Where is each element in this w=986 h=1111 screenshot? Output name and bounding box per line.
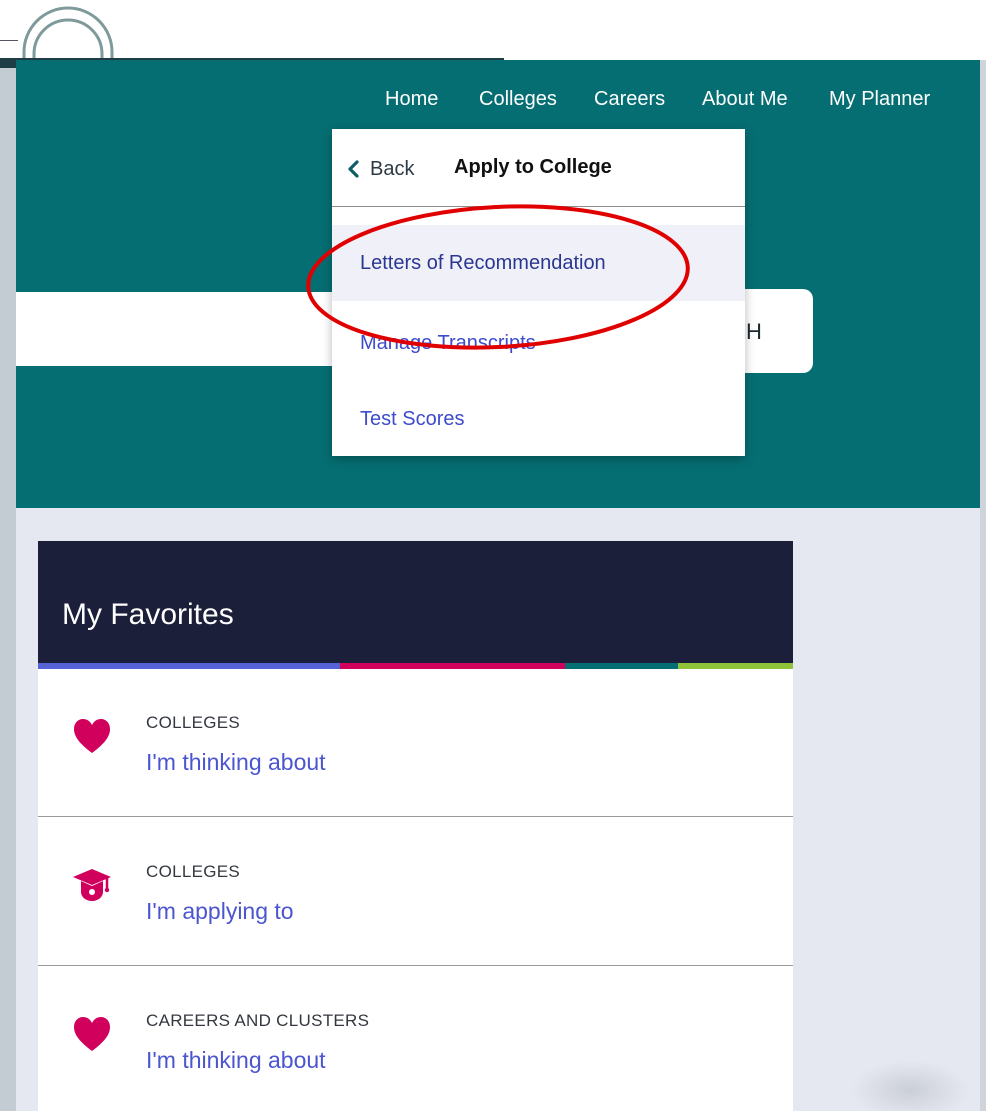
menu-item-manage-transcripts[interactable]: Manage Transcripts: [332, 305, 745, 381]
menu-item-test-scores[interactable]: Test Scores: [332, 381, 745, 457]
graduation-cap-icon: [73, 869, 111, 901]
back-label: Back: [370, 157, 415, 180]
decorative-shadow: [850, 1060, 970, 1111]
nav-careers[interactable]: Careers: [594, 86, 665, 112]
corner-line: [0, 40, 18, 41]
menu-item-letters-of-recommendation[interactable]: Letters of Recommendation: [332, 225, 745, 301]
back-button[interactable]: Back: [346, 155, 414, 183]
nav-about-me[interactable]: About Me: [702, 86, 788, 112]
row-link[interactable]: I'm thinking about: [146, 749, 326, 776]
row-category: COLLEGES: [146, 862, 241, 881]
left-frame: [0, 60, 16, 1111]
row-category: COLLEGES: [146, 713, 241, 732]
chevron-left-icon: [348, 160, 359, 178]
dropdown-title: Apply to College: [454, 156, 612, 178]
search-input[interactable]: [16, 292, 336, 366]
row-link[interactable]: I'm applying to: [146, 898, 294, 925]
right-frame: [980, 60, 986, 1111]
nav-my-planner[interactable]: My Planner: [829, 86, 930, 112]
main-nav: Home Colleges Careers About Me My Planne…: [0, 86, 986, 116]
dropdown-header: Back Apply to College: [332, 129, 745, 207]
row-category: CAREERS AND CLUSTERS: [146, 1011, 370, 1030]
apply-to-college-dropdown: Back Apply to College Letters of Recomme…: [332, 129, 745, 456]
nav-home[interactable]: Home: [385, 86, 438, 112]
row-link[interactable]: I'm thinking about: [146, 1047, 326, 1074]
favorites-header: My Favorites: [38, 541, 793, 663]
favorite-row-colleges-applying[interactable]: COLLEGES I'm applying to: [38, 818, 793, 966]
favorites-title: My Favorites: [62, 598, 234, 631]
favorite-row-careers-thinking[interactable]: CAREERS AND CLUSTERS I'm thinking about: [38, 967, 793, 1111]
nav-colleges[interactable]: Colleges: [479, 86, 557, 112]
favorite-row-colleges-thinking[interactable]: COLLEGES I'm thinking about: [38, 669, 793, 817]
search-button-label: H: [746, 319, 762, 344]
my-favorites-card: My Favorites COLLEGES I'm thinking about…: [38, 541, 793, 1111]
heart-icon: [74, 1017, 110, 1051]
heart-icon: [74, 719, 110, 753]
